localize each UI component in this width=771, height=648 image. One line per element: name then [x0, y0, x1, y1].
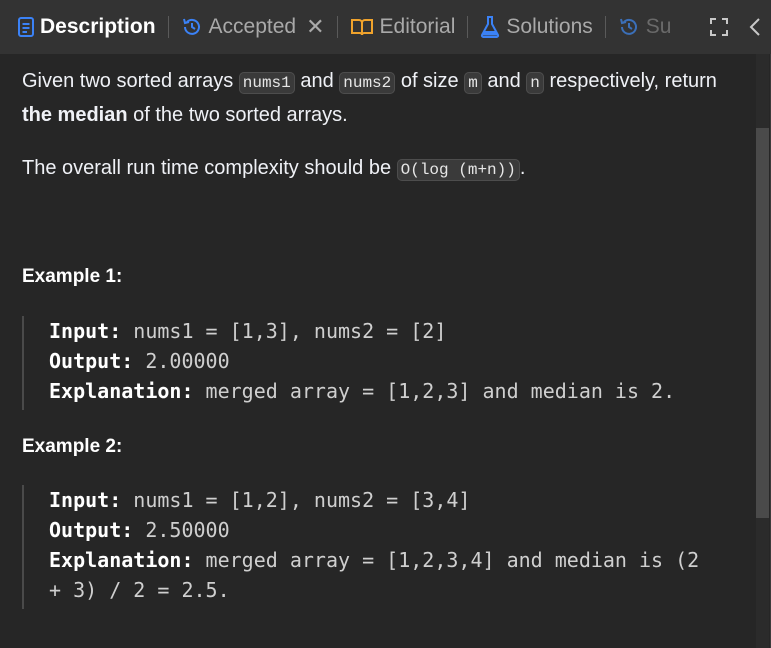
maximize-icon[interactable] [709, 17, 729, 37]
inline-code: nums2 [339, 72, 396, 94]
tab-description-label: Description [40, 15, 156, 38]
tab-editorial-label: Editorial [379, 15, 456, 38]
example-explanation-continued: + 3) / 2 = 2.5. [49, 578, 230, 602]
document-icon [18, 17, 34, 37]
tab-divider [336, 16, 338, 38]
panel-controls [687, 0, 771, 54]
output-value: 2.50000 [133, 518, 230, 542]
text: respectively, return [543, 70, 717, 92]
example-block: Input: nums1 = [1,2], nums2 = [3,4] Outp… [22, 485, 742, 609]
example-explanation: Explanation: merged array = [1,2,3,4] an… [49, 545, 742, 575]
output-label: Output: [49, 518, 134, 542]
example-input: Input: nums1 = [1,3], nums2 = [2] [49, 316, 742, 346]
tab-divider [604, 16, 606, 38]
text: . [519, 157, 526, 179]
inline-code: m [464, 72, 482, 94]
close-icon[interactable]: ✕ [306, 14, 324, 40]
tab-solutions[interactable]: Solutions [480, 0, 593, 54]
scrollbar-thumb[interactable] [756, 128, 769, 518]
example-explanation: Explanation: merged array = [1,2,3] and … [49, 376, 742, 406]
tab-description[interactable]: Description [18, 0, 156, 54]
text: of the two sorted arrays. [127, 104, 348, 126]
tab-solutions-label: Solutions [506, 15, 593, 38]
explanation-label: Explanation: [49, 379, 194, 403]
input-label: Input: [49, 488, 122, 512]
explanation-label: Explanation: [49, 548, 194, 572]
complexity-requirement: The overall run time complexity should b… [22, 152, 742, 186]
history-icon [618, 16, 640, 38]
output-value: 2.00000 [133, 349, 230, 373]
input-value: nums1 = [1,3], nums2 = [2] [121, 319, 447, 343]
flask-icon [480, 16, 500, 38]
text: and [481, 70, 527, 92]
output-label: Output: [49, 349, 134, 373]
inline-code: n [526, 72, 544, 94]
example-block: Input: nums1 = [1,3], nums2 = [2] Output… [22, 316, 742, 410]
text: of size [395, 70, 465, 92]
problem-panel: Description Accepted ✕ Editorial Solutio… [0, 0, 771, 648]
book-icon [350, 17, 374, 37]
input-value: nums1 = [1,2], nums2 = [3,4] [121, 488, 471, 512]
tab-divider [467, 16, 469, 38]
tab-divider [167, 16, 169, 38]
history-icon [181, 16, 203, 38]
tab-bar: Description Accepted ✕ Editorial Solutio… [0, 0, 771, 54]
example-output: Output: 2.50000 [49, 515, 742, 545]
tab-accepted-label: Accepted [208, 15, 297, 38]
input-label: Input: [49, 319, 122, 343]
problem-statement: Given two sorted arrays nums1 and nums2 … [22, 65, 742, 131]
inline-code: O(log (m+n)) [396, 159, 520, 181]
text: Given two sorted arrays [22, 70, 239, 92]
tab-editorial[interactable]: Editorial [350, 0, 456, 54]
example-output: Output: 2.00000 [49, 346, 742, 376]
tab-submissions-label: Su [645, 15, 672, 38]
example-input: Input: nums1 = [1,2], nums2 = [3,4] [49, 485, 742, 515]
text: and [294, 70, 340, 92]
explanation-value: merged array = [1,2,3,4] and median is (… [193, 548, 700, 572]
inline-code: nums1 [238, 72, 295, 94]
example-title: Example 1: [22, 266, 123, 287]
tab-accepted[interactable]: Accepted ✕ [181, 0, 325, 54]
text: The overall run time complexity should b… [22, 157, 397, 179]
emphasis-text: the median [22, 104, 128, 126]
explanation-value: merged array = [1,2,3] and median is 2. [193, 379, 676, 403]
example-title: Example 2: [22, 436, 123, 457]
tab-submissions[interactable]: Su [618, 0, 672, 54]
chevron-left-icon[interactable] [749, 17, 761, 37]
